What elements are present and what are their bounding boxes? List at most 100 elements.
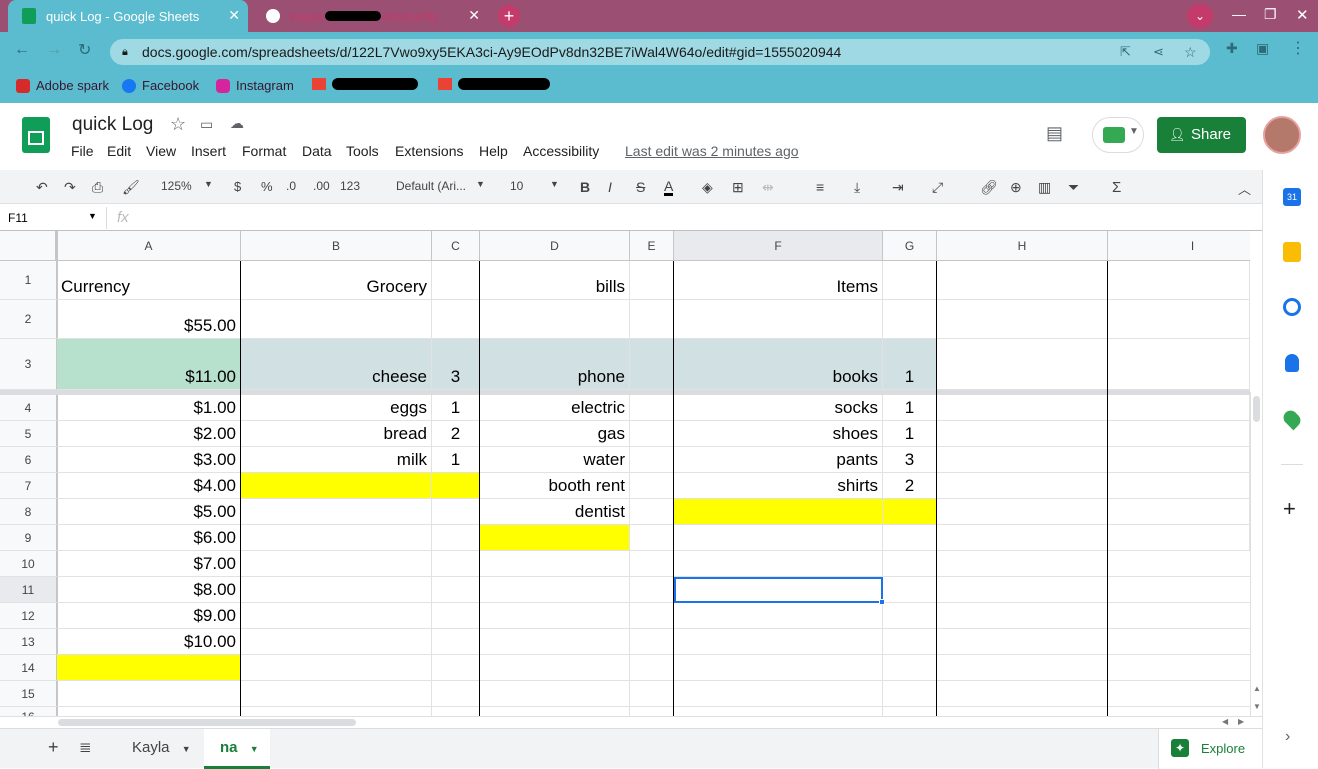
cell-a5[interactable]: $2.00 <box>57 421 241 447</box>
cell-f4[interactable]: socks <box>674 395 883 421</box>
cell-i5[interactable] <box>1108 421 1250 447</box>
url-field[interactable]: 🔒︎ docs.google.com/spreadsheets/d/122L7V… <box>110 39 1210 65</box>
decrease-decimal-button[interactable]: .0 <box>286 179 296 193</box>
menu-accessibility[interactable]: Accessibility <box>523 143 599 159</box>
zoom-select[interactable]: 125% <box>161 179 192 193</box>
cell-b9[interactable] <box>241 525 432 551</box>
cell-h7[interactable] <box>937 473 1108 499</box>
column-header-g[interactable]: G <box>883 231 937 261</box>
row-header[interactable]: 14 <box>0 655 57 681</box>
cell-f3[interactable]: books <box>674 339 883 390</box>
minimize-icon[interactable]: — <box>1232 6 1246 22</box>
cell-h4[interactable] <box>937 395 1108 421</box>
cell-c7[interactable] <box>432 473 480 499</box>
row-header[interactable]: 2 <box>0 300 57 339</box>
cell-g3[interactable]: 1 <box>883 339 937 390</box>
vertical-scrollbar[interactable]: ▲ ▼ <box>1250 392 1262 716</box>
sheet-tab-na[interactable]: na ▼ <box>204 729 270 769</box>
horizontal-scrollbar[interactable]: ◀ ▶ <box>0 716 1262 728</box>
cell-c8[interactable] <box>432 499 480 525</box>
cell-d9[interactable] <box>480 525 630 551</box>
column-header-b[interactable]: B <box>241 231 432 261</box>
avatar[interactable] <box>1263 116 1301 154</box>
forward-icon[interactable]: → <box>46 41 62 59</box>
cell-b3[interactable]: cheese <box>241 339 432 390</box>
currency-format-button[interactable]: $ <box>234 179 241 194</box>
row-header[interactable]: 16 <box>0 707 57 716</box>
cell-i9[interactable] <box>1108 525 1250 551</box>
last-edit-link[interactable]: Last edit was 2 minutes ago <box>625 143 799 159</box>
cell-i8[interactable] <box>1108 499 1250 525</box>
strikethrough-icon[interactable]: S <box>636 179 645 195</box>
move-folder-icon[interactable]: ▭ <box>200 116 213 133</box>
fill-color-icon[interactable]: ◈ <box>702 179 713 196</box>
insert-comment-icon[interactable]: ⊕ <box>1010 179 1022 196</box>
cell-f6[interactable]: pants <box>674 447 883 473</box>
cell-d4[interactable]: electric <box>480 395 630 421</box>
cell-h9[interactable] <box>937 525 1108 551</box>
menu-help[interactable]: Help <box>479 143 508 159</box>
extensions-icon[interactable]: ✚ <box>1226 40 1238 57</box>
menu-tools[interactable]: Tools <box>346 143 379 159</box>
bookmark-facebook[interactable]: Facebook <box>122 78 199 93</box>
font-select[interactable]: Default (Ari... <box>396 179 466 193</box>
menu-insert[interactable]: Insert <box>191 143 226 159</box>
cell-b5[interactable]: bread <box>241 421 432 447</box>
row-header[interactable]: 3 <box>0 339 57 390</box>
menu-view[interactable]: View <box>146 143 176 159</box>
cell-i6[interactable] <box>1108 447 1250 473</box>
cell-e2[interactable] <box>630 300 674 339</box>
cell-d7[interactable]: booth rent <box>480 473 630 499</box>
cell-a12[interactable]: $9.00 <box>57 603 241 629</box>
open-in-app-icon[interactable]: ⇱ <box>1120 39 1131 65</box>
horizontal-align-icon[interactable]: ≡ <box>816 179 824 195</box>
cell-i3[interactable] <box>1108 339 1250 390</box>
insert-link-icon[interactable]: 🔗︎ <box>980 179 998 196</box>
menu-edit[interactable]: Edit <box>107 143 131 159</box>
cell-g9[interactable] <box>883 525 937 551</box>
document-title[interactable]: quick Log <box>72 114 153 136</box>
text-rotation-icon[interactable]: ⤢ <box>932 179 943 196</box>
insert-chart-icon[interactable]: ▥ <box>1038 179 1051 196</box>
cell-i2[interactable] <box>1108 300 1250 339</box>
cell-e7[interactable] <box>630 473 674 499</box>
cell-i4[interactable] <box>1108 395 1250 421</box>
font-size-dropdown-icon[interactable]: ▼ <box>550 179 559 189</box>
menu-extensions[interactable]: Extensions <box>395 143 463 159</box>
add-addon-icon[interactable]: + <box>1283 496 1296 522</box>
cell-b2[interactable] <box>241 300 432 339</box>
cell-c1[interactable] <box>432 261 480 300</box>
selected-cell-f11[interactable] <box>674 577 883 603</box>
cell-f9[interactable] <box>674 525 883 551</box>
text-color-icon[interactable]: A <box>664 179 674 196</box>
increase-decimal-button[interactable]: .00 <box>313 179 330 193</box>
row-header[interactable]: 13 <box>0 629 57 655</box>
more-formats-button[interactable]: 123 <box>340 179 360 193</box>
cell-c4[interactable]: 1 <box>432 395 480 421</box>
column-header-h[interactable]: H <box>937 231 1108 261</box>
close-icon[interactable]: ✕ <box>468 7 480 24</box>
cell-a4[interactable]: $1.00 <box>57 395 241 421</box>
cell-h8[interactable] <box>937 499 1108 525</box>
cell-h1[interactable] <box>937 261 1108 300</box>
fill-handle[interactable] <box>879 599 885 605</box>
scroll-down-icon[interactable]: ▼ <box>1253 702 1261 711</box>
star-icon[interactable]: ☆ <box>170 114 186 135</box>
restore-icon[interactable]: ❐ <box>1264 6 1277 23</box>
cell-e5[interactable] <box>630 421 674 447</box>
redo-icon[interactable]: ↷ <box>64 179 76 196</box>
cell-b8[interactable] <box>241 499 432 525</box>
row-header[interactable]: 6 <box>0 447 57 473</box>
cell-i1[interactable] <box>1108 261 1250 300</box>
cell-g4[interactable]: 1 <box>883 395 937 421</box>
zoom-dropdown-icon[interactable]: ▼ <box>204 179 213 189</box>
row-header[interactable]: 11 <box>0 577 57 603</box>
text-wrap-icon[interactable]: ⇥ <box>892 179 904 196</box>
tasks-icon[interactable] <box>1283 298 1301 316</box>
cell-e4[interactable] <box>630 395 674 421</box>
expand-panel-icon[interactable]: › <box>1285 728 1290 746</box>
percent-format-button[interactable]: % <box>261 179 273 194</box>
collapse-menus-icon[interactable]: ︿ <box>1238 179 1251 198</box>
bookmark-instagram[interactable]: Instagram <box>216 78 294 93</box>
calendar-icon[interactable]: 31 <box>1283 188 1301 206</box>
